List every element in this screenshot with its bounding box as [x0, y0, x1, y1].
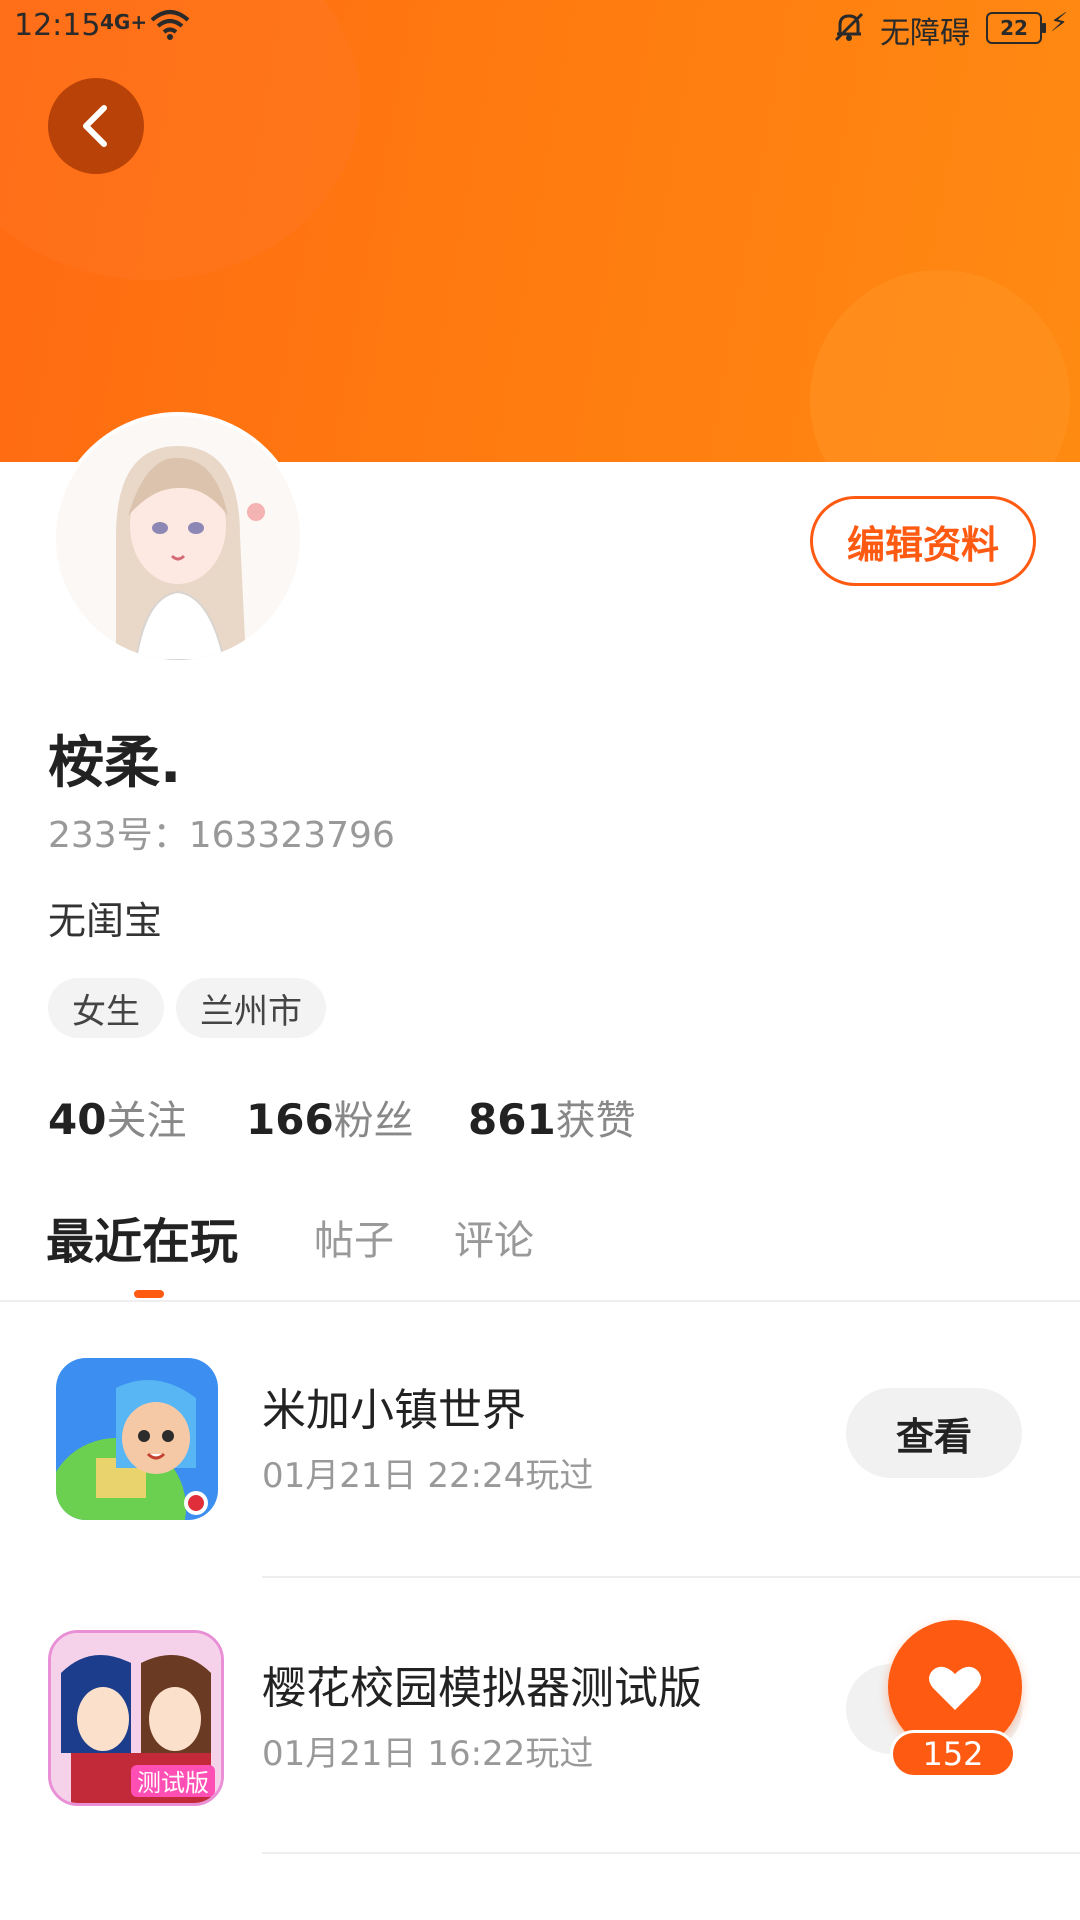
- stat-following[interactable]: 40 关注: [48, 1088, 186, 1146]
- tab-active-indicator: [134, 1290, 164, 1298]
- user-id: 233号：163323796: [48, 815, 395, 856]
- back-button[interactable]: [48, 78, 144, 174]
- charging-icon: ⚡: [1050, 8, 1069, 38]
- tab-posts[interactable]: 帖子: [314, 1208, 394, 1266]
- username: 桉柔.: [48, 731, 182, 796]
- stat-followers-count: 166: [246, 1095, 334, 1144]
- stat-likes-count: 861: [468, 1095, 556, 1144]
- gender-tag: 女生: [48, 978, 164, 1038]
- chevron-left-icon: [83, 105, 107, 147]
- wifi-icon: [150, 8, 190, 46]
- view-button[interactable]: 查看: [846, 1388, 1022, 1478]
- game-played-time: 01月21日 22:24玩过: [262, 1456, 594, 1496]
- stat-followers-label: 粉丝: [333, 1098, 414, 1144]
- game-played-time: 01月21日 16:22玩过: [262, 1734, 594, 1774]
- stat-likes[interactable]: 861 获赞: [468, 1088, 636, 1146]
- stat-following-count: 40: [48, 1095, 107, 1144]
- user-bio: 无闺宝: [48, 899, 163, 943]
- game-name: 米加小镇世界: [262, 1385, 526, 1436]
- bell-off-icon: [832, 10, 866, 48]
- svg-text:测试版: 测试版: [137, 1769, 209, 1797]
- game-name: 樱花校园模拟器测试版: [262, 1663, 702, 1714]
- edit-profile-button[interactable]: 编辑资料: [810, 496, 1036, 586]
- location-tag: 兰州市: [176, 978, 326, 1038]
- game-icon: [56, 1358, 218, 1520]
- status-bar: 12:15 4G+ 无障碍 22 ⚡: [0, 0, 1080, 54]
- accessibility-indicator: 无障碍: [880, 16, 970, 51]
- like-count-badge: 152: [890, 1730, 1016, 1778]
- heart-icon: [929, 1666, 981, 1710]
- status-time: 12:15: [14, 8, 101, 43]
- signal-indicator: 4G+: [100, 10, 148, 34]
- game-icon: 测试版: [48, 1630, 224, 1806]
- stat-followers[interactable]: 166 粉丝: [246, 1088, 414, 1146]
- avatar[interactable]: [52, 412, 304, 664]
- list-item[interactable]: 米加小镇世界 01月21日 22:24玩过 查看: [0, 1302, 1080, 1578]
- battery-indicator: 22: [986, 12, 1046, 44]
- row-divider: [262, 1852, 1080, 1854]
- stat-following-label: 关注: [106, 1098, 187, 1144]
- profile-header-background: [0, 0, 1080, 462]
- header-decoration: [810, 270, 1070, 462]
- stat-likes-label: 获赞: [555, 1098, 636, 1144]
- tab-comments[interactable]: 评论: [454, 1208, 534, 1266]
- tab-recently-played[interactable]: 最近在玩: [46, 1202, 238, 1272]
